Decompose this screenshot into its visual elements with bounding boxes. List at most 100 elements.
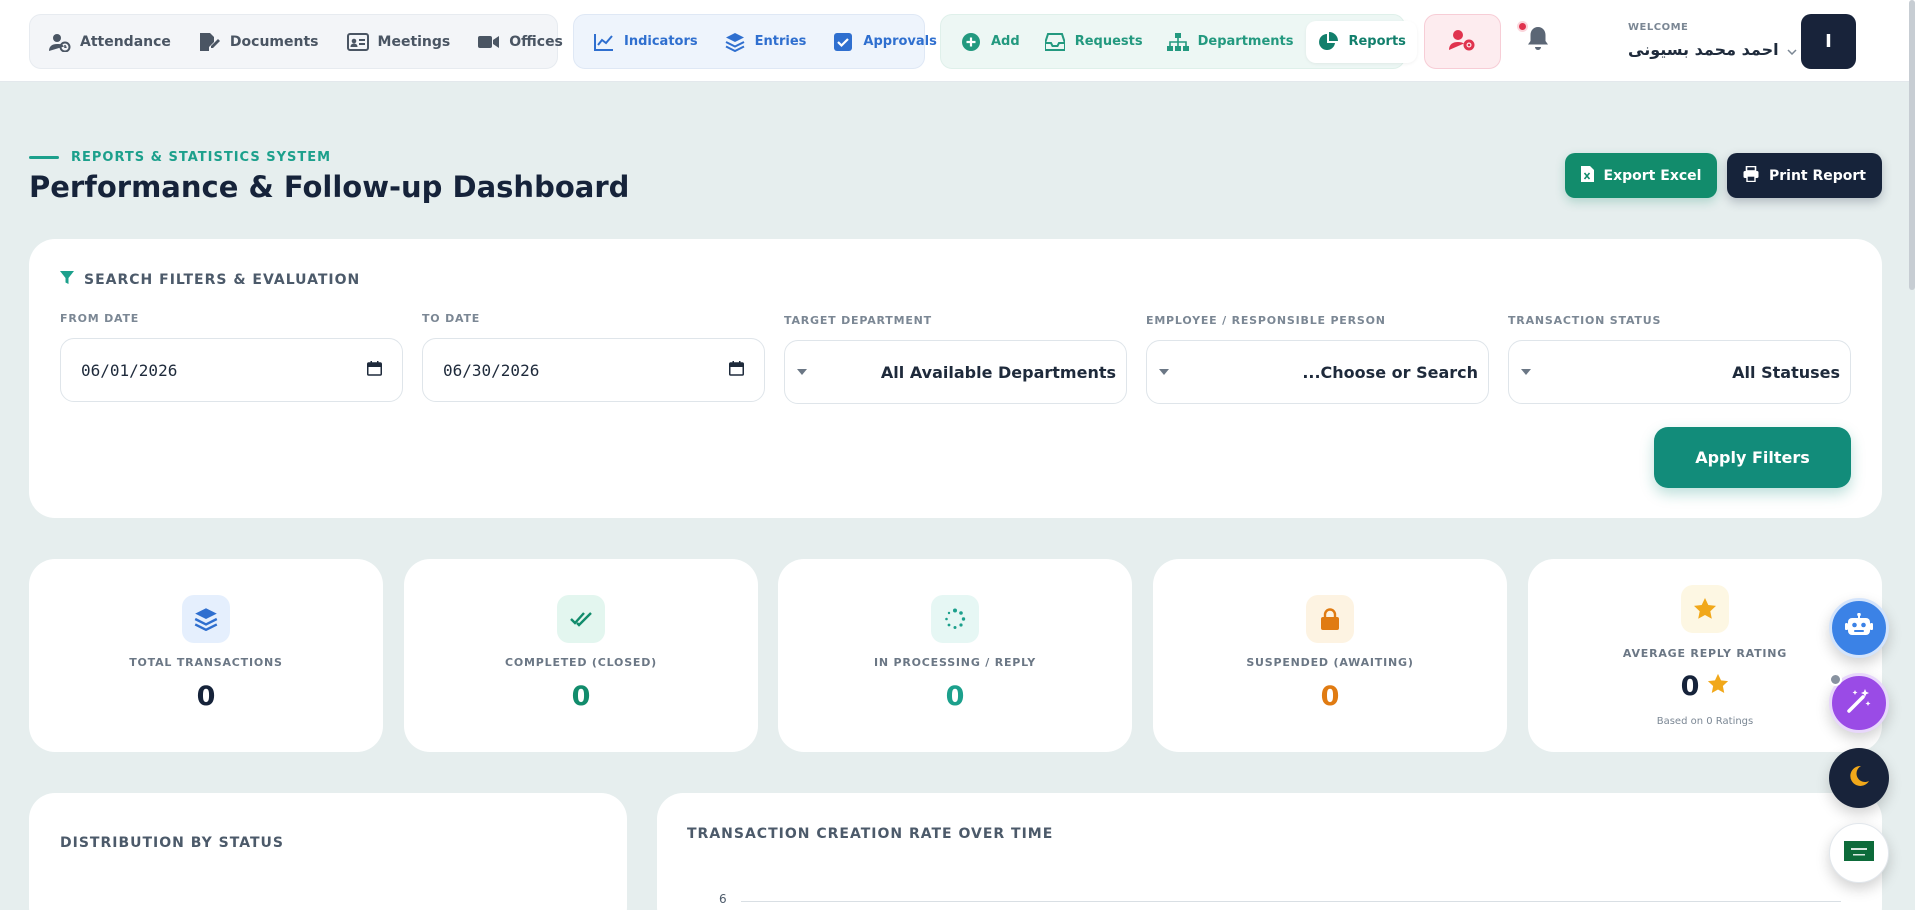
nav-group-hr: Attendance Documents Meetings Offices <box>29 14 563 69</box>
pie-chart-icon <box>1317 31 1339 53</box>
stat-card-total: TOTAL TRANSACTIONS 0 <box>29 559 383 752</box>
user-settings-button[interactable] <box>1424 14 1501 69</box>
filter-heading: SEARCH FILTERS & EVALUATION <box>60 271 360 289</box>
stat-processing-value: 0 <box>945 681 965 712</box>
calendar-icon[interactable] <box>367 360 382 380</box>
creation-rate-card: TRANSACTION CREATION RATE OVER TIME 6 <box>657 793 1882 910</box>
nav-requests-label: Requests <box>1074 34 1143 49</box>
department-label: TARGET DEPARTMENT <box>784 314 932 327</box>
nav-attendance[interactable]: Attendance <box>38 21 182 63</box>
nav-group-data: Indicators Entries Approvals <box>573 14 937 69</box>
stat-completed-label: COMPLETED (CLOSED) <box>505 656 657 669</box>
kicker-text: REPORTS & STATISTICS SYSTEM <box>71 150 332 165</box>
file-signature-icon <box>199 31 221 53</box>
nav-indicators[interactable]: Indicators <box>582 21 709 63</box>
nav-add[interactable]: Add <box>949 21 1031 63</box>
department-value: All Available Departments <box>880 362 1116 382</box>
printer-icon <box>1743 165 1759 186</box>
print-report-button[interactable]: Print Report <box>1727 153 1882 198</box>
status-distribution-title: DISTRIBUTION BY STATUS <box>60 835 284 851</box>
from-date-label: FROM DATE <box>60 312 140 325</box>
export-excel-button[interactable]: Export Excel <box>1565 153 1717 198</box>
caret-down-icon <box>797 369 807 375</box>
top-navbar: Attendance Documents Meetings Offices In… <box>0 0 1915 82</box>
magic-wand-icon <box>1846 688 1872 718</box>
stat-card-suspended: SUSPENDED (AWAITING) 0 <box>1153 559 1507 752</box>
chatbot-button[interactable] <box>1829 598 1889 658</box>
nav-attendance-label: Attendance <box>80 33 171 50</box>
grid-line <box>741 901 1841 902</box>
y-axis-tick: 6 <box>719 892 727 906</box>
nav-offices[interactable]: Offices <box>467 21 574 63</box>
filter-heading-text: SEARCH FILTERS & EVALUATION <box>84 272 361 288</box>
stat-completed-value: 0 <box>571 681 591 712</box>
nav-documents[interactable]: Documents <box>188 21 330 63</box>
nav-departments[interactable]: Departments <box>1156 21 1305 63</box>
sitemap-icon <box>1166 31 1189 53</box>
nav-approvals[interactable]: Approvals <box>821 21 947 63</box>
caret-down-icon <box>1159 369 1169 375</box>
status-select[interactable]: All Statuses <box>1508 340 1851 404</box>
video-icon <box>478 31 500 53</box>
dark-mode-toggle[interactable] <box>1829 748 1889 808</box>
stat-suspended-value: 0 <box>1320 681 1340 712</box>
to-date-input[interactable]: 06/30/2026 <box>422 338 765 402</box>
assistant-status-dot <box>1829 673 1842 686</box>
nav-entries[interactable]: Entries <box>713 21 818 63</box>
filter-panel: SEARCH FILTERS & EVALUATION FROM DATE 06… <box>29 239 1882 518</box>
nav-meetings[interactable]: Meetings <box>336 21 462 63</box>
caret-down-icon <box>1521 369 1531 375</box>
saudi-flag-icon <box>1844 841 1874 865</box>
stat-rating-label: AVERAGE REPLY RATING <box>1622 647 1788 660</box>
welcome-label: WELCOME <box>1628 22 1689 33</box>
department-select[interactable]: All Available Departments <box>784 340 1127 404</box>
chart-line-icon <box>593 31 615 53</box>
id-card-icon <box>346 31 369 53</box>
user-name: احمد محمد بسيونى <box>1628 40 1779 59</box>
status-distribution-card: DISTRIBUTION BY STATUS <box>29 793 627 910</box>
notification-dot <box>1517 21 1528 32</box>
export-excel-label: Export Excel <box>1603 167 1702 184</box>
from-date-value: 06/01/2026 <box>81 360 178 380</box>
check-square-icon <box>832 31 854 53</box>
filter-icon <box>60 271 74 289</box>
nav-requests[interactable]: Requests <box>1033 21 1154 63</box>
file-excel-icon <box>1580 165 1594 186</box>
creation-rate-title: TRANSACTION CREATION RATE OVER TIME <box>687 826 1054 842</box>
chevron-down-icon <box>1787 40 1797 59</box>
nav-group-actions: Add Requests Departments Reports <box>940 14 1417 69</box>
status-value: All Statuses <box>1732 362 1840 382</box>
nav-meetings-label: Meetings <box>377 33 451 50</box>
stat-total-value: 0 <box>196 681 216 712</box>
from-date-input[interactable]: 06/01/2026 <box>60 338 403 402</box>
spinner-icon <box>931 595 979 643</box>
nav-reports[interactable]: Reports <box>1306 20 1417 63</box>
apply-filters-button[interactable]: Apply Filters <box>1654 427 1851 488</box>
page-scrollbar[interactable] <box>1909 0 1915 290</box>
stat-rating-value: 0 <box>1680 671 1700 702</box>
lock-icon <box>1306 595 1354 643</box>
status-label: TRANSACTION STATUS <box>1508 314 1662 327</box>
nav-departments-label: Departments <box>1197 34 1294 49</box>
language-switch-button[interactable] <box>1829 823 1889 883</box>
nav-approvals-label: Approvals <box>863 34 937 49</box>
star-icon <box>1681 585 1729 633</box>
robot-icon <box>1845 612 1873 643</box>
bell-icon <box>1526 25 1550 55</box>
user-clock-icon <box>49 31 71 53</box>
calendar-icon[interactable] <box>729 360 744 380</box>
to-date-value: 06/30/2026 <box>443 360 540 380</box>
nav-add-label: Add <box>991 34 1020 49</box>
moon-icon <box>1848 765 1870 791</box>
nav-indicators-label: Indicators <box>624 34 698 49</box>
user-menu[interactable]: احمد محمد بسيونى <box>1628 40 1797 59</box>
stat-card-processing: IN PROCESSING / REPLY 0 <box>778 559 1132 752</box>
stat-card-rating: AVERAGE REPLY RATING 0 Based on 0 Rating… <box>1528 559 1882 752</box>
avatar[interactable]: I <box>1801 14 1856 69</box>
nav-offices-label: Offices <box>509 33 563 50</box>
employee-select[interactable]: ...Choose or Search <box>1146 340 1489 404</box>
user-gear-icon <box>1448 29 1477 55</box>
page-title: Performance & Follow-up Dashboard <box>29 170 630 204</box>
layers-icon <box>182 595 230 643</box>
print-report-label: Print Report <box>1768 167 1866 184</box>
